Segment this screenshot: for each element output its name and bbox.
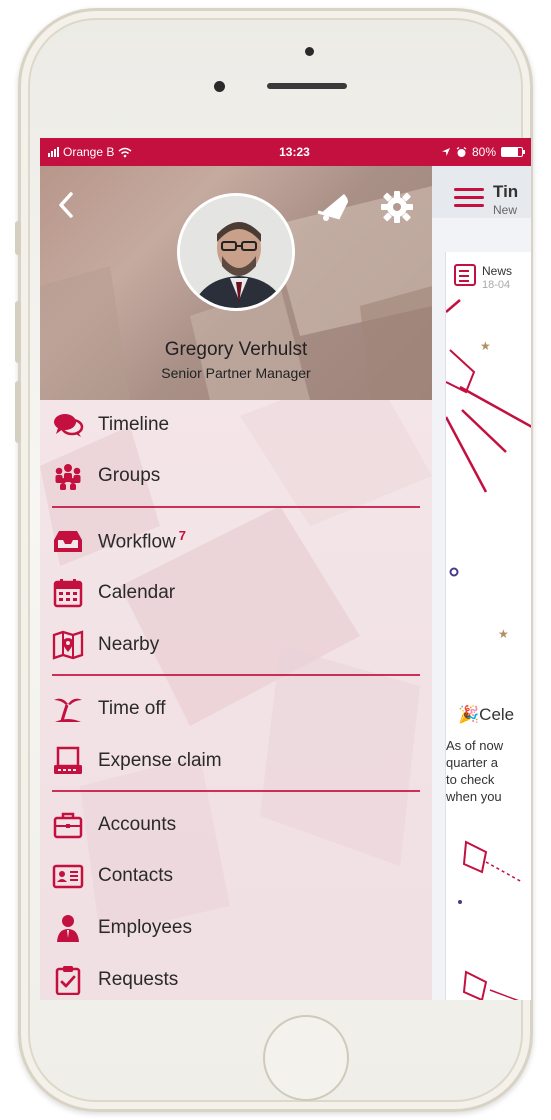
battery-fill xyxy=(502,148,518,156)
volume-up-button xyxy=(15,301,21,363)
clipboard-check-icon xyxy=(55,966,81,995)
main-header: Tin New xyxy=(432,166,531,218)
newspaper-icon xyxy=(454,264,476,286)
menu-label-workflow: Workflow 7 xyxy=(98,528,187,553)
menu-label-contacts: Contacts xyxy=(98,865,173,886)
menu-label-requests: Requests xyxy=(98,969,179,990)
palm-tree-icon xyxy=(54,698,82,722)
celebration-title: 🎉Cele xyxy=(458,705,515,724)
main-content: Tin New News 18-04 ★ ★ 🎉Cele As of now q… xyxy=(432,166,531,1000)
menu-label-groups: Groups xyxy=(98,465,161,486)
menu-item-employees[interactable]: Employees xyxy=(40,905,432,951)
workflow-badge: 7 xyxy=(178,528,187,544)
menu-label-expense-claim: Expense claim xyxy=(98,750,222,771)
earpiece-speaker xyxy=(267,83,347,89)
screen: Orange B 13:23 80% Tin New News 18-04 ★ … xyxy=(40,138,531,1000)
celebration-text: As of now quarter a to check when you xyxy=(446,738,504,804)
battery-icon xyxy=(501,147,525,157)
volume-down-button xyxy=(15,381,21,443)
menu-label-time-off: Time off xyxy=(98,698,166,719)
status-bar: Orange B 13:23 80% xyxy=(40,138,531,166)
front-camera xyxy=(214,81,225,92)
profile-role: Senior Partner Manager xyxy=(161,365,311,381)
menu-item-expense-claim[interactable]: Expense claim xyxy=(40,738,432,784)
menu-label-nearby: Nearby xyxy=(98,634,160,655)
back-chevron-icon[interactable] xyxy=(54,190,78,220)
menu-item-contacts[interactable]: Contacts xyxy=(40,853,432,899)
profile-name: Gregory Verhulst xyxy=(164,339,308,360)
menu-divider xyxy=(52,674,420,676)
battery-percent: 80% xyxy=(471,145,496,159)
avatar[interactable] xyxy=(177,193,295,311)
person-icon xyxy=(57,915,79,942)
home-button[interactable] xyxy=(263,1015,349,1101)
receipt-icon xyxy=(54,746,82,774)
chat-bubbles-icon xyxy=(54,414,84,437)
menu-item-calendar[interactable]: Calendar xyxy=(40,570,432,616)
menu-divider xyxy=(52,790,420,792)
inbox-tray-icon xyxy=(54,531,82,552)
party-popper-illustration xyxy=(458,840,523,1000)
news-label: News xyxy=(482,264,513,278)
navigation-drawer: Gregory Verhulst Senior Partner Manager … xyxy=(40,166,432,1000)
calendar-icon xyxy=(53,579,83,608)
profile-header: Gregory Verhulst Senior Partner Manager xyxy=(40,166,432,400)
gear-icon[interactable] xyxy=(380,190,414,224)
news-card[interactable]: News 18-04 ★ ★ 🎉Cele As of now quarter a… xyxy=(445,252,531,1000)
signal-icon xyxy=(48,147,59,157)
hamburger-menu-icon[interactable] xyxy=(454,188,484,208)
proximity-sensor xyxy=(305,47,314,56)
menu-item-accounts[interactable]: Accounts xyxy=(40,802,432,848)
main-title: Tin xyxy=(493,182,519,201)
menu-label-timeline: Timeline xyxy=(98,414,170,435)
map-pin-icon xyxy=(52,630,84,660)
celebration-illustration: ★ ★ xyxy=(446,299,531,641)
svg-text:★: ★ xyxy=(480,339,491,353)
contact-card-icon xyxy=(52,864,84,889)
carrier-name: Orange B xyxy=(63,145,115,159)
menu-item-requests[interactable]: Requests xyxy=(40,957,432,1000)
news-date: 18-04 xyxy=(482,279,511,291)
wifi-icon xyxy=(118,147,132,157)
menu-divider xyxy=(52,506,420,508)
bell-icon[interactable] xyxy=(314,188,352,222)
menu-item-workflow[interactable]: Workflow 7 xyxy=(40,518,432,564)
alarm-icon xyxy=(456,146,467,157)
menu-item-timeline[interactable]: Timeline xyxy=(40,402,432,448)
menu-item-time-off[interactable]: Time off xyxy=(40,686,432,732)
briefcase-icon xyxy=(53,812,83,839)
location-arrow-icon xyxy=(441,148,450,156)
group-icon xyxy=(55,464,81,490)
status-right: 80% xyxy=(441,145,525,159)
mute-switch xyxy=(15,221,21,255)
menu-label-employees: Employees xyxy=(98,917,192,938)
main-subtitle: New xyxy=(493,203,518,217)
menu-label-accounts: Accounts xyxy=(98,814,177,835)
svg-text:★: ★ xyxy=(498,627,509,641)
carrier-info: Orange B xyxy=(48,145,208,159)
status-time: 13:23 xyxy=(279,145,310,159)
menu-item-nearby[interactable]: Nearby xyxy=(40,622,432,668)
menu-label-calendar: Calendar xyxy=(98,582,176,603)
menu-item-groups[interactable]: Groups xyxy=(40,453,432,499)
